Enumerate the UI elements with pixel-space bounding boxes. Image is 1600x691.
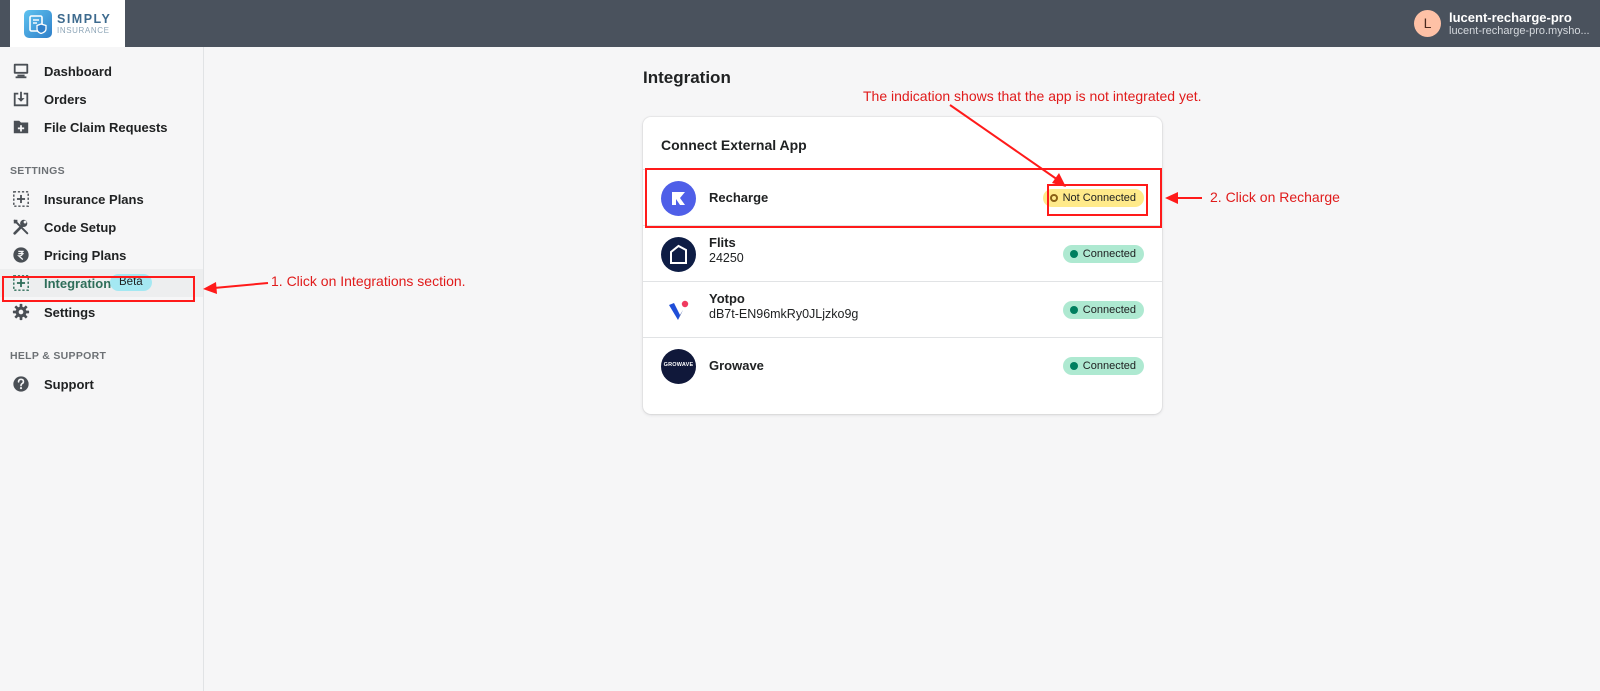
arrowhead-step-2 (1165, 192, 1178, 204)
sidebar-item-orders[interactable]: Orders (0, 85, 203, 113)
folder-plus-icon (13, 120, 29, 134)
sidebar-item-label: Insurance Plans (44, 192, 144, 207)
arrowhead-step-1 (203, 282, 217, 294)
tools-icon (13, 219, 29, 235)
flits-logo-icon (661, 237, 696, 272)
annotation-step-1: 1. Click on Integrations section. (271, 273, 466, 289)
app-row-flits[interactable]: Flits 24250 Connected (643, 225, 1162, 281)
sidebar-item-label: Orders (44, 92, 87, 107)
sidebar-item-label: Dashboard (44, 64, 112, 79)
app-row-yotpo[interactable]: Yotpo dB7t-EN96mkRy0JLjzko9g Connected (643, 281, 1162, 337)
sidebar-item-label: File Claim Requests (44, 120, 168, 135)
sidebar-item-label: Settings (44, 305, 96, 320)
arrow-step-1 (213, 282, 269, 289)
annotation-box-status (1047, 184, 1148, 216)
status-badge-connected: Connected (1062, 245, 1144, 263)
sidebar-item-settings[interactable]: Settings (0, 298, 203, 326)
avatar[interactable]: L (1414, 10, 1441, 37)
annotation-indication: The indication shows that the app is not… (863, 88, 1202, 104)
app-name: Yotpo (709, 291, 745, 306)
app-logo[interactable]: SIMPLY INSURANCE (10, 0, 125, 47)
connect-external-app-card: Connect External App Recharge Not Connec… (643, 117, 1162, 414)
monitor-icon (13, 63, 29, 79)
status-badge-connected: Connected (1062, 301, 1144, 319)
sidebar-item-label: Support (44, 377, 94, 392)
shield-document-icon (24, 10, 52, 38)
yotpo-logo-icon (661, 293, 696, 328)
app-name: Growave (709, 358, 764, 373)
sidebar-item-file-claim-requests[interactable]: File Claim Requests (0, 113, 203, 141)
sidebar-item-pricing-plans[interactable]: Pricing Plans (0, 241, 203, 269)
app-id: 24250 (709, 251, 744, 265)
annotation-box-integration (2, 276, 195, 302)
help-support-heading: HELP & SUPPORT (10, 350, 107, 362)
top-bar: SIMPLY INSURANCE L lucent-recharge-pro l… (0, 0, 1600, 47)
sidebar-item-support[interactable]: Support (0, 370, 203, 398)
app-name: Flits (709, 235, 736, 250)
sidebar-item-insurance-plans[interactable]: Insurance Plans (0, 185, 203, 213)
sidebar-item-dashboard[interactable]: Dashboard (0, 57, 203, 85)
store-name[interactable]: lucent-recharge-pro (1449, 10, 1572, 25)
store-url[interactable]: lucent-recharge-pro.mysho... (1449, 25, 1590, 37)
sidebar: Dashboard Orders File Claim Requests SET… (0, 47, 204, 691)
settings-heading: SETTINGS (10, 165, 65, 177)
sidebar-item-label: Pricing Plans (44, 248, 127, 263)
app-key: dB7t-EN96mkRy0JLjzko9g (709, 307, 859, 321)
card-title: Connect External App (661, 137, 807, 153)
page-title: Integration (643, 68, 731, 87)
logo-text-insurance: INSURANCE (57, 26, 110, 35)
rupee-icon (13, 247, 29, 263)
sidebar-item-label: Code Setup (44, 220, 117, 235)
dashed-plus-icon (13, 191, 29, 207)
annotation-step-2: 2. Click on Recharge (1210, 189, 1340, 205)
sidebar-item-code-setup[interactable]: Code Setup (0, 213, 203, 241)
question-icon (13, 376, 29, 392)
growave-logo-icon: GROWAVE (661, 349, 696, 384)
download-icon (13, 91, 29, 107)
growave-logo-text: GROWAVE (663, 362, 694, 368)
logo-text-simply: SIMPLY (57, 12, 112, 26)
status-badge-connected: Connected (1062, 357, 1144, 375)
app-row-growave[interactable]: GROWAVE Growave Connected (643, 337, 1162, 393)
gear-icon (12, 303, 30, 321)
